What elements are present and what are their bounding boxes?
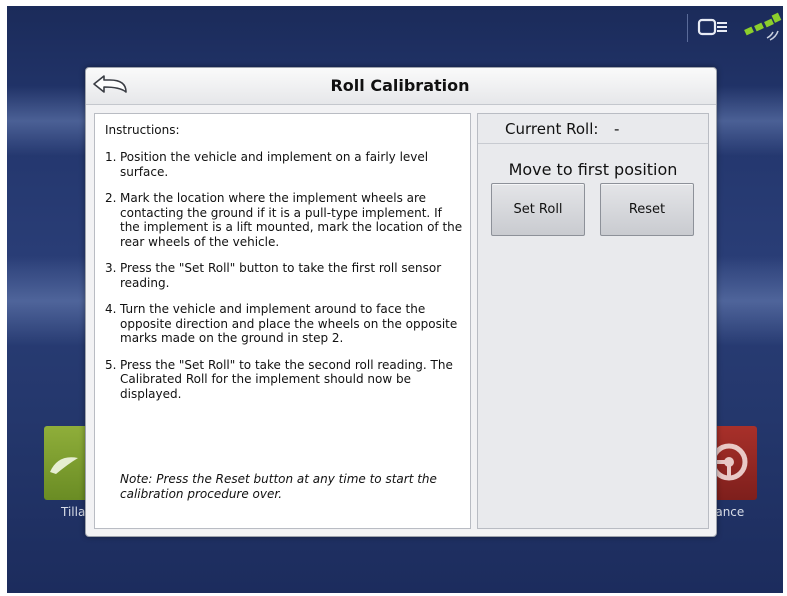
current-roll-label: Current Roll:: [505, 120, 599, 138]
step-text: Press the "Set Roll" button to take the …: [120, 261, 442, 290]
instruction-step: 4. Turn the vehicle and implement around…: [105, 302, 463, 346]
instruction-step: 5. Press the "Set Roll" to take the seco…: [105, 358, 463, 402]
instruction-step: 3. Press the "Set Roll" button to take t…: [105, 261, 463, 290]
instruction-step: 2. Mark the location where the implement…: [105, 191, 463, 249]
step-number: 1.: [105, 150, 117, 164]
instruction-steps: 1. Position the vehicle and implement on…: [105, 150, 463, 413]
steering-wheel-icon: [713, 443, 748, 481]
dialog-header: Roll Calibration: [86, 68, 716, 105]
app-tile-guidance[interactable]: [713, 426, 757, 500]
set-roll-button[interactable]: Set Roll: [491, 183, 585, 236]
tillage-icon: [50, 457, 78, 474]
step-number: 4.: [105, 302, 117, 316]
calibration-panel: Current Roll: - Move to first position S…: [477, 113, 709, 529]
current-roll-value: -: [614, 120, 620, 138]
instructions-panel: Instructions: 1. Position the vehicle an…: [94, 113, 471, 529]
gps-receiver-icon[interactable]: [697, 16, 729, 40]
instruction-step: 1. Position the vehicle and implement on…: [105, 150, 463, 179]
step-number: 3.: [105, 261, 117, 275]
reset-button[interactable]: Reset: [600, 183, 694, 236]
step-text: Position the vehicle and implement on a …: [120, 150, 429, 179]
calibration-status: Move to first position: [508, 160, 678, 179]
step-text: Press the "Set Roll" to take the second …: [120, 357, 453, 401]
instructions-note: Note: Press the Reset button at any time…: [120, 472, 437, 501]
tile-label-tillage: Tilla: [61, 505, 86, 519]
dialog-title: Roll Calibration: [330, 76, 470, 95]
roll-calibration-dialog: Roll Calibration Instructions: 1. Positi…: [85, 67, 717, 537]
step-number: 5.: [105, 357, 117, 372]
instructions-heading: Instructions:: [105, 123, 180, 137]
app-tile-tillage[interactable]: [44, 426, 88, 500]
step-text: Mark the location where the implement wh…: [120, 191, 463, 249]
satellite-signal-icon[interactable]: [743, 12, 783, 42]
status-divider: [687, 14, 688, 42]
step-text: Turn the vehicle and implement around to…: [120, 302, 458, 345]
step-number: 2.: [105, 191, 117, 205]
current-roll-row: Current Roll: -: [478, 114, 708, 144]
